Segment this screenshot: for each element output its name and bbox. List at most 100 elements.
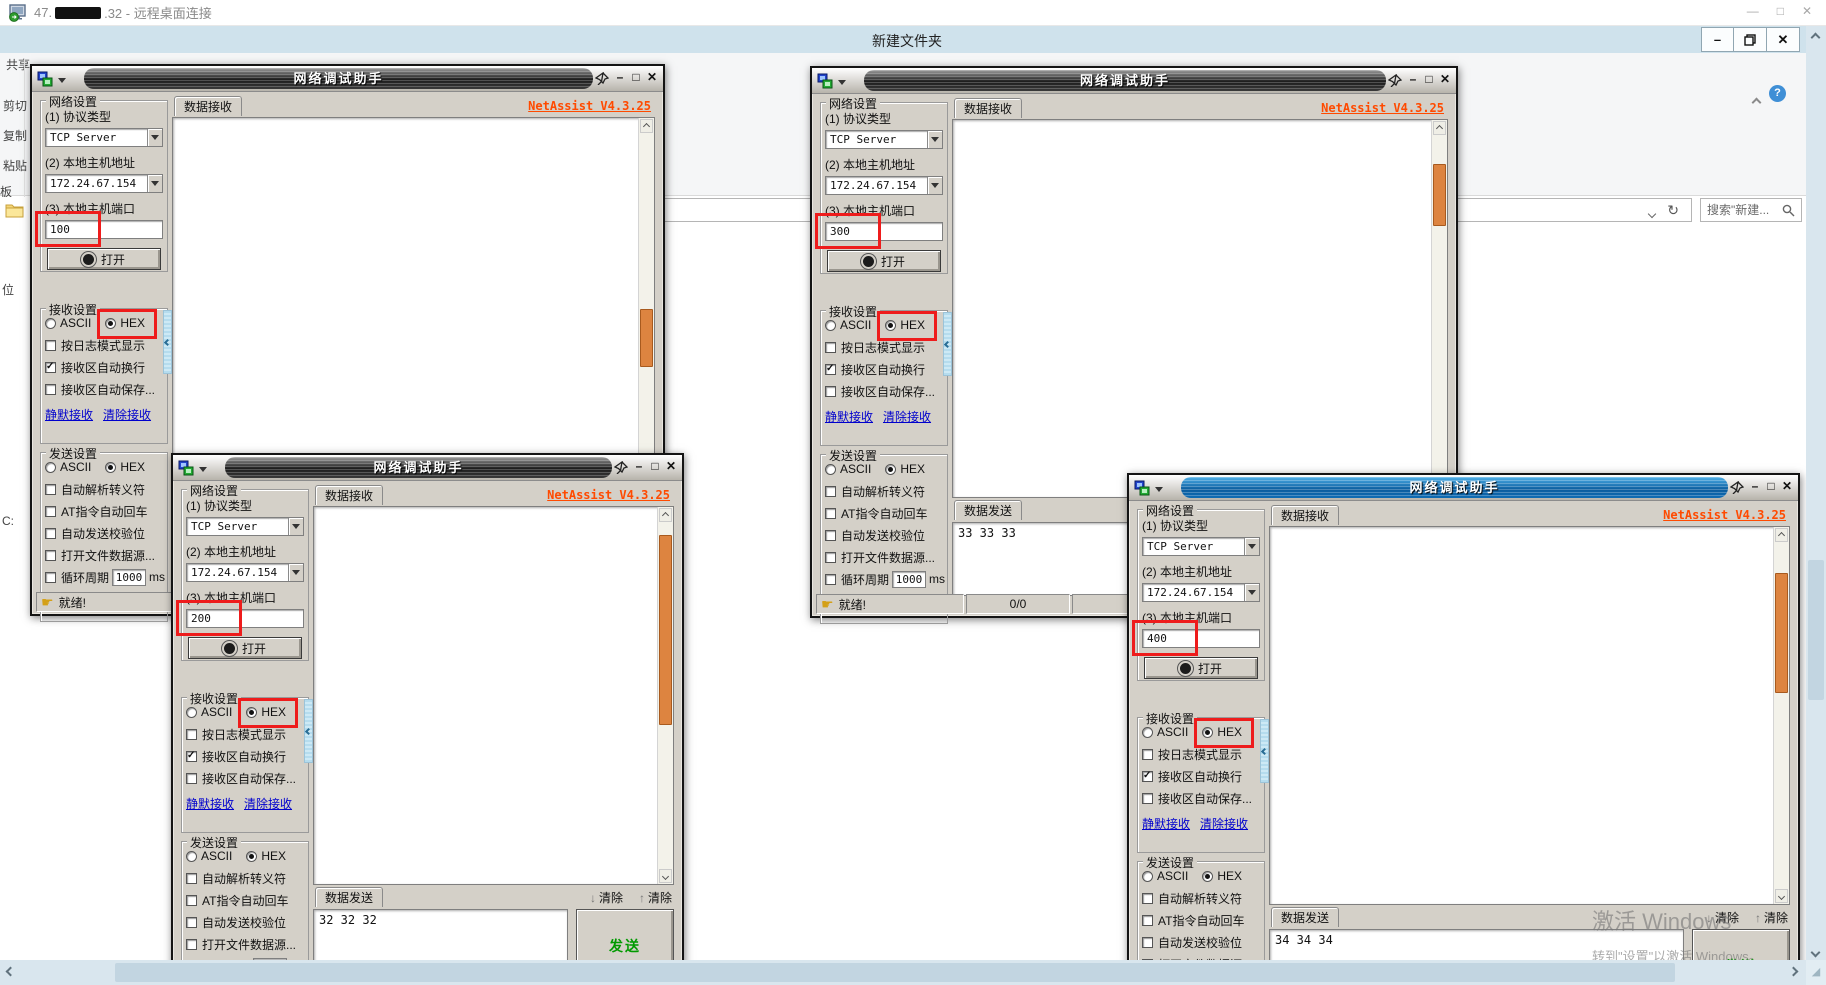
- open-button[interactable]: 打开: [188, 637, 302, 659]
- rdp-client-titlebar[interactable]: 47..32 - 远程桌面连接 — □ ✕: [0, 0, 1826, 26]
- auto-wrap-checkbox[interactable]: [186, 751, 197, 762]
- pin-icon[interactable]: [1730, 481, 1744, 494]
- receive-ascii-radio[interactable]: [186, 707, 197, 718]
- rdp-maximize-button[interactable]: □: [1777, 4, 1784, 18]
- file-source-checkbox[interactable]: [186, 939, 197, 950]
- minimize-button[interactable]: –: [613, 70, 627, 84]
- version-link[interactable]: NetAssist V4.3.25: [1321, 101, 1444, 115]
- tab-receive[interactable]: 数据接收: [315, 485, 383, 505]
- minimize-button[interactable]: –: [632, 459, 646, 473]
- search-input[interactable]: 搜索"新建...: [1700, 198, 1802, 222]
- window-titlebar[interactable]: 网络调试助手 – □ ✕: [173, 455, 682, 481]
- receive-ascii-radio[interactable]: [1142, 727, 1153, 738]
- cycle-checkbox[interactable]: [825, 574, 836, 585]
- scroll-up-icon[interactable]: [1775, 528, 1788, 542]
- rdp-minimize-button[interactable]: —: [1747, 4, 1759, 18]
- scroll-left-icon[interactable]: [6, 967, 16, 977]
- host-address-select[interactable]: 172.24.67.154: [186, 563, 304, 582]
- tab-receive[interactable]: 数据接收: [954, 98, 1022, 118]
- app-icon[interactable]: [1134, 480, 1151, 496]
- protocol-select[interactable]: TCP Server: [825, 130, 943, 149]
- minimize-button[interactable]: –: [1406, 72, 1420, 86]
- auto-check-checkbox[interactable]: [825, 530, 836, 541]
- explorer-restore-icon[interactable]: [1734, 27, 1767, 52]
- auto-save-checkbox[interactable]: [186, 773, 197, 784]
- auto-escape-checkbox[interactable]: [45, 484, 56, 495]
- send-input[interactable]: 32 32 32: [313, 909, 568, 960]
- maximize-button[interactable]: □: [629, 70, 643, 84]
- send-hex-radio[interactable]: [105, 462, 116, 473]
- auto-save-checkbox[interactable]: [825, 386, 836, 397]
- auto-check-checkbox[interactable]: [45, 528, 56, 539]
- app-menu-chevron-icon[interactable]: [58, 78, 66, 87]
- explorer-titlebar[interactable]: 新建文件夹 – ✕: [0, 26, 1806, 53]
- auto-check-checkbox[interactable]: [1142, 937, 1153, 948]
- help-icon[interactable]: ?: [1769, 85, 1786, 102]
- panel-collapse-splitter[interactable]: [304, 699, 313, 763]
- open-button[interactable]: 打开: [47, 248, 161, 270]
- silent-receive-link[interactable]: 静默接收: [825, 408, 873, 425]
- rdp-horizontal-scrollbar[interactable]: [0, 960, 1806, 985]
- pin-icon[interactable]: [595, 72, 609, 85]
- at-cr-checkbox[interactable]: [1142, 915, 1153, 926]
- pin-icon[interactable]: [614, 461, 628, 474]
- app-icon[interactable]: [178, 460, 195, 476]
- scroll-up-icon[interactable]: [1811, 33, 1821, 43]
- silent-receive-link[interactable]: 静默接收: [186, 795, 234, 812]
- receive-area[interactable]: [1269, 526, 1790, 905]
- receive-scrollbar-thumb[interactable]: [1433, 164, 1446, 226]
- address-dropdown-icon[interactable]: [1649, 204, 1655, 222]
- window-titlebar[interactable]: 网络调试助手 – □ ✕: [32, 66, 663, 92]
- open-button[interactable]: 打开: [1144, 657, 1258, 679]
- close-button[interactable]: ✕: [1438, 72, 1452, 86]
- receive-ascii-radio[interactable]: [45, 318, 56, 329]
- explorer-minimize-button[interactable]: –: [1701, 27, 1734, 52]
- maximize-button[interactable]: □: [1764, 479, 1778, 493]
- scroll-right-icon[interactable]: [1789, 967, 1799, 977]
- file-source-checkbox[interactable]: [45, 550, 56, 561]
- receive-ascii-radio[interactable]: [825, 320, 836, 331]
- receive-area[interactable]: [313, 506, 674, 885]
- receive-scrollbar-thumb[interactable]: [1775, 573, 1788, 693]
- send-button[interactable]: 发送: [576, 909, 674, 960]
- auto-escape-checkbox[interactable]: [186, 873, 197, 884]
- clear-receive-link[interactable]: 清除接收: [244, 795, 292, 812]
- auto-escape-checkbox[interactable]: [1142, 893, 1153, 904]
- pin-icon[interactable]: [1388, 74, 1402, 87]
- app-menu-chevron-icon[interactable]: [1155, 487, 1163, 496]
- send-hex-radio[interactable]: [246, 851, 257, 862]
- clear-receive-button[interactable]: ↑清除: [639, 889, 672, 906]
- cycle-input[interactable]: 1000: [112, 569, 146, 586]
- version-link[interactable]: NetAssist V4.3.25: [547, 488, 670, 502]
- receive-scrollbar[interactable]: [657, 507, 673, 884]
- scroll-up-icon[interactable]: [659, 508, 672, 522]
- window-titlebar[interactable]: 网络调试助手 – □ ✕: [812, 68, 1456, 94]
- maximize-button[interactable]: □: [648, 459, 662, 473]
- scroll-down-icon[interactable]: [1775, 889, 1788, 903]
- ribbon-paste-button[interactable]: 粘贴: [3, 157, 27, 174]
- log-mode-checkbox[interactable]: [45, 340, 56, 351]
- auto-wrap-checkbox[interactable]: [825, 364, 836, 375]
- panel-collapse-splitter[interactable]: [1260, 719, 1269, 783]
- clear-receive-link[interactable]: 清除接收: [1200, 815, 1248, 832]
- protocol-select[interactable]: TCP Server: [45, 128, 163, 147]
- receive-scrollbar-thumb[interactable]: [659, 535, 672, 725]
- clear-send-button[interactable]: ↓清除: [590, 889, 623, 906]
- scroll-down-icon[interactable]: [1811, 948, 1821, 958]
- app-menu-chevron-icon[interactable]: [199, 467, 207, 476]
- scroll-up-icon[interactable]: [1433, 121, 1446, 135]
- tab-receive[interactable]: 数据接收: [174, 96, 242, 116]
- at-cr-checkbox[interactable]: [186, 895, 197, 906]
- dropdown-arrow-icon[interactable]: [927, 131, 942, 148]
- cycle-checkbox[interactable]: [45, 572, 56, 583]
- explorer-close-button[interactable]: ✕: [1767, 27, 1800, 52]
- rdp-vertical-scrollbar[interactable]: [1806, 26, 1826, 966]
- app-icon[interactable]: [817, 73, 834, 89]
- vertical-scroll-thumb[interactable]: [1808, 560, 1824, 700]
- refresh-icon[interactable]: ↻: [1667, 202, 1679, 219]
- ribbon-tab-share[interactable]: 共享: [6, 56, 30, 73]
- panel-collapse-splitter[interactable]: [163, 310, 172, 374]
- auto-escape-checkbox[interactable]: [825, 486, 836, 497]
- host-address-select[interactable]: 172.24.67.154: [1142, 583, 1260, 602]
- silent-receive-link[interactable]: 静默接收: [45, 406, 93, 423]
